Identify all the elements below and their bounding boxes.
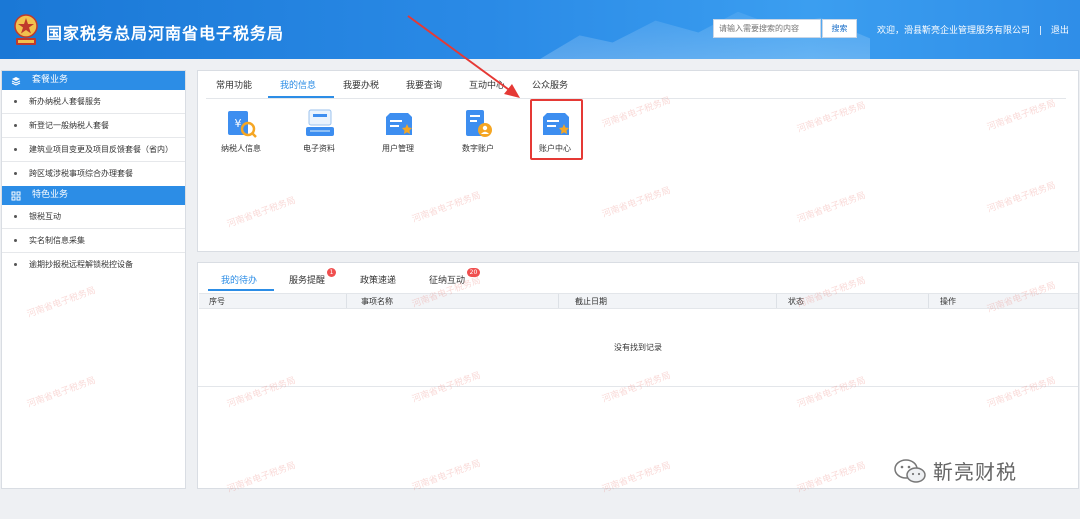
active-tab-underline bbox=[268, 96, 334, 98]
sidebar-item-cross-region[interactable]: 跨区域涉税事项综合办理套餐 bbox=[2, 162, 185, 186]
header-separator: | bbox=[1038, 26, 1042, 36]
column-header-status: 状态 bbox=[788, 297, 804, 306]
tile-label: 数字账户 bbox=[462, 144, 494, 153]
svg-text:¥: ¥ bbox=[235, 117, 242, 130]
wechat-account-name: 靳亮财税 bbox=[933, 460, 1017, 484]
welcome-bar: 欢迎，滑县靳亮企业管理服务有限公司 | 退出 bbox=[877, 23, 1069, 36]
grid-icon bbox=[11, 191, 21, 200]
tab-public-service[interactable]: 公众服务 bbox=[532, 78, 568, 91]
bullet-icon bbox=[14, 100, 17, 103]
wechat-watermark: 靳亮财税 bbox=[893, 456, 1017, 485]
sidebar-item-label: 跨区域涉税事项综合办理套餐 bbox=[29, 169, 133, 178]
sidebar-item-label: 建筑业项目变更及项目反馈套餐（省内） bbox=[29, 145, 173, 154]
sidebar-item-real-name[interactable]: 实名制信息采集 bbox=[2, 229, 185, 253]
column-header-action: 操作 bbox=[940, 297, 956, 306]
tile-label: 用户管理 bbox=[382, 144, 414, 153]
column-header-index: 序号 bbox=[209, 297, 225, 306]
column-header-deadline: 截止日期 bbox=[575, 297, 607, 306]
column-divider bbox=[346, 294, 347, 308]
column-divider bbox=[776, 294, 777, 308]
tab-my-todo[interactable]: 我的待办 bbox=[221, 273, 257, 286]
sidebar-section-special[interactable]: 特色业务 bbox=[2, 186, 185, 205]
electronic-data-icon bbox=[306, 109, 334, 136]
todo-panel: 我的待办 服务提醒 1 政策速递 征纳互动 20 序号 事项名称 截止日期 状态… bbox=[197, 262, 1079, 489]
user-management-icon bbox=[386, 113, 412, 135]
sidebar-item-label: 新登记一般纳税人套餐 bbox=[29, 121, 109, 130]
sidebar-item-label: 逾期抄报税远程解锁税控设备 bbox=[29, 260, 133, 269]
column-divider bbox=[558, 294, 559, 308]
column-header-item-name: 事项名称 bbox=[361, 297, 393, 306]
sidebar-item-general-taxpayer[interactable]: 新登记一般纳税人套餐 bbox=[2, 114, 185, 138]
taxpayer-info-icon: ¥ bbox=[228, 111, 257, 138]
bottom-tab-bar: 我的待办 服务提醒 1 政策速递 征纳互动 20 bbox=[198, 263, 1078, 292]
tax-interaction-badge: 20 bbox=[467, 268, 480, 277]
empty-table-message: 没有找到记录 bbox=[198, 309, 1078, 387]
table-header: 序号 事项名称 截止日期 状态 操作 bbox=[199, 293, 1078, 309]
bullet-icon bbox=[14, 124, 17, 127]
bullet-icon bbox=[14, 239, 17, 242]
search-button[interactable]: 搜索 bbox=[822, 19, 857, 38]
tax-emblem-logo bbox=[14, 14, 38, 45]
sidebar-item-label: 新办纳税人套餐服务 bbox=[29, 97, 101, 106]
top-tab-bar: 常用功能 我的信息 我要办税 我要查询 互动中心 公众服务 bbox=[206, 71, 1066, 99]
tab-interaction-center[interactable]: 互动中心 bbox=[469, 78, 505, 91]
tile-label: 电子资料 bbox=[303, 144, 335, 153]
bullet-icon bbox=[14, 263, 17, 266]
active-tab-underline bbox=[208, 289, 274, 291]
my-info-panel: 常用功能 我的信息 我要办税 我要查询 互动中心 公众服务 ¥ 纳税人信息 电子… bbox=[197, 70, 1079, 252]
left-sidebar: 套餐业务 新办纳税人套餐服务 新登记一般纳税人套餐 建筑业项目变更及项目反馈套餐… bbox=[1, 70, 186, 489]
bullet-icon bbox=[14, 215, 17, 218]
site-title: 国家税务总局河南省电子税务局 bbox=[46, 24, 285, 43]
sidebar-item-new-taxpayer[interactable]: 新办纳税人套餐服务 bbox=[2, 90, 185, 114]
sidebar-item-unlock-device[interactable]: 逾期抄报税远程解锁税控设备 bbox=[2, 253, 185, 277]
tab-tax-interaction[interactable]: 征纳互动 bbox=[429, 273, 465, 286]
bullet-icon bbox=[14, 148, 17, 151]
tab-my-info[interactable]: 我的信息 bbox=[280, 78, 316, 91]
bullet-icon bbox=[14, 172, 17, 175]
site-header: 国家税务总局河南省电子税务局 搜索 欢迎，滑县靳亮企业管理服务有限公司 | 退出 bbox=[0, 0, 1080, 59]
tab-query[interactable]: 我要查询 bbox=[406, 78, 442, 91]
tab-policy-express[interactable]: 政策速递 bbox=[360, 273, 396, 286]
sidebar-section-package[interactable]: 套餐业务 bbox=[2, 71, 185, 90]
search-input[interactable] bbox=[713, 19, 821, 38]
column-divider bbox=[928, 294, 929, 308]
sidebar-item-construction-project[interactable]: 建筑业项目变更及项目反馈套餐（省内） bbox=[2, 138, 185, 162]
sidebar-section-title: 特色业务 bbox=[32, 190, 69, 200]
wechat-icon bbox=[894, 458, 926, 483]
tab-tax-handling[interactable]: 我要办税 bbox=[343, 78, 379, 91]
sidebar-item-label: 实名制信息采集 bbox=[29, 236, 85, 245]
tab-service-reminder[interactable]: 服务提醒 bbox=[289, 273, 325, 286]
tile-label: 纳税人信息 bbox=[221, 144, 261, 153]
logout-link[interactable]: 退出 bbox=[1051, 26, 1069, 36]
digital-account-icon bbox=[466, 110, 492, 137]
tab-common-functions[interactable]: 常用功能 bbox=[216, 78, 252, 91]
stack-icon bbox=[11, 76, 21, 86]
account-center-highlight bbox=[530, 99, 583, 160]
sidebar-item-bank-tax[interactable]: 银税互动 bbox=[2, 205, 185, 229]
service-reminder-badge: 1 bbox=[327, 268, 336, 277]
sidebar-section-title: 套餐业务 bbox=[32, 75, 69, 85]
sidebar-item-label: 银税互动 bbox=[29, 212, 61, 221]
welcome-text: 欢迎，滑县靳亮企业管理服务有限公司 bbox=[877, 26, 1031, 36]
